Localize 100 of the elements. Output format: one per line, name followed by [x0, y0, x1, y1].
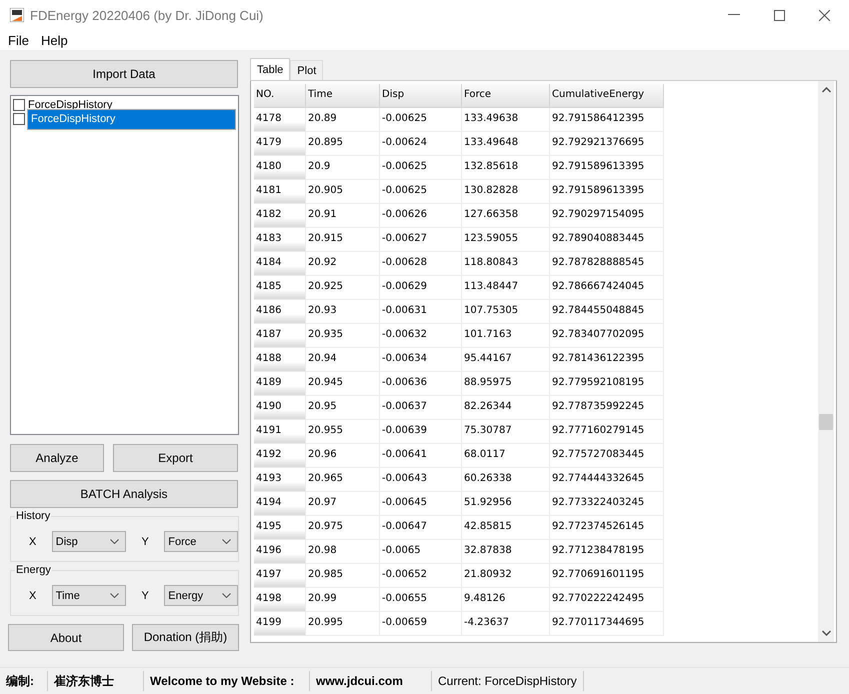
- group-title: Energy: [15, 564, 52, 576]
- list-item[interactable]: ForceDispHistory: [27, 108, 236, 130]
- table-cell: 92.770222242495: [550, 588, 664, 612]
- status-text: 崔济东博士: [48, 671, 144, 691]
- dropdown[interactable]: Energy: [164, 585, 238, 606]
- row-header: 4178: [254, 108, 306, 132]
- column-header[interactable]: Force: [462, 84, 550, 108]
- batch-analysis-button[interactable]: BATCH Analysis: [10, 480, 238, 508]
- table-cell: 92.772374526145: [550, 516, 664, 540]
- tab[interactable]: Plot: [290, 60, 324, 80]
- table-cell: 20.965: [306, 468, 380, 492]
- table-cell: 88.95975: [462, 372, 550, 396]
- table-cell: 95.44167: [462, 348, 550, 372]
- chevron-down-icon: [110, 539, 118, 544]
- column-header[interactable]: NO.: [254, 84, 306, 108]
- table-cell: 113.48447: [462, 276, 550, 300]
- table-cell: 75.30787: [462, 420, 550, 444]
- table-cell: 60.26338: [462, 468, 550, 492]
- table-cell: -0.00632: [380, 324, 462, 348]
- table-cell: 20.985: [306, 564, 380, 588]
- table-cell: -0.00647: [380, 516, 462, 540]
- table-cell: 20.96: [306, 444, 380, 468]
- table-cell: -0.00625: [380, 156, 462, 180]
- table-cell: 9.48126: [462, 588, 550, 612]
- table-cell: -0.00637: [380, 396, 462, 420]
- table-cell: 101.7163: [462, 324, 550, 348]
- row-header: 4189: [254, 372, 306, 396]
- table-cell: -0.00625: [380, 180, 462, 204]
- minimize-icon[interactable]: [728, 14, 740, 16]
- column-header[interactable]: CumulativeEnergy: [550, 84, 664, 108]
- table-cell: 20.925: [306, 276, 380, 300]
- column-header[interactable]: Disp: [380, 84, 462, 108]
- table-cell: 123.59055: [462, 228, 550, 252]
- donation-button[interactable]: Donation (捐助): [132, 624, 239, 651]
- table-cell: 92.773322403245: [550, 492, 664, 516]
- table-cell: 92.774444332645: [550, 468, 664, 492]
- import-data-button[interactable]: Import Data: [10, 60, 238, 88]
- table-cell: -0.00636: [380, 372, 462, 396]
- table-cell: 92.791589613395: [550, 180, 664, 204]
- menu-item[interactable]: File: [8, 32, 29, 48]
- row-header: 4190: [254, 396, 306, 420]
- close-icon[interactable]: [819, 10, 830, 20]
- table-cell: -0.00643: [380, 468, 462, 492]
- scroll-up-icon[interactable]: [822, 87, 830, 93]
- about-button[interactable]: About: [8, 624, 124, 651]
- table-cell: 92.789040883445: [550, 228, 664, 252]
- table-cell: -0.00634: [380, 348, 462, 372]
- table-cell: 92.786667424045: [550, 276, 664, 300]
- table-cell: 51.92956: [462, 492, 550, 516]
- table-cell: -0.00629: [380, 276, 462, 300]
- table-cell: 133.49648: [462, 132, 550, 156]
- table-cell: 92.777160279145: [550, 420, 664, 444]
- row-header: 4179: [254, 132, 306, 156]
- scroll-thumb[interactable]: [819, 414, 833, 430]
- axis-label: X: [29, 590, 38, 602]
- dropdown[interactable]: Time: [52, 585, 126, 606]
- table-cell: -0.00625: [380, 108, 462, 132]
- table-cell: 92.787828888545: [550, 252, 664, 276]
- table-cell: 20.89: [306, 108, 380, 132]
- row-header: 4199: [254, 612, 306, 636]
- window-title: FDEnergy 20220406 (by Dr. JiDong Cui): [30, 8, 264, 22]
- menu-item[interactable]: Help: [40, 32, 68, 48]
- scrollbar[interactable]: [818, 81, 834, 642]
- maximize-icon[interactable]: [774, 10, 785, 20]
- row-header: 4191: [254, 420, 306, 444]
- tab[interactable]: Table: [250, 58, 290, 80]
- row-header: 4196: [254, 540, 306, 564]
- analyze-button[interactable]: Analyze: [10, 444, 104, 472]
- dropdown[interactable]: Disp: [52, 531, 126, 552]
- dropdown[interactable]: Force: [164, 531, 238, 552]
- table-cell: 130.82828: [462, 180, 550, 204]
- table-cell: -4.23637: [462, 612, 550, 636]
- export-button[interactable]: Export: [113, 444, 238, 472]
- table-cell: 92.770691601195: [550, 564, 664, 588]
- row-header: 4186: [254, 300, 306, 324]
- row-header: 4193: [254, 468, 306, 492]
- table-cell: 20.93: [306, 300, 380, 324]
- table-cell: 92.778735992245: [550, 396, 664, 420]
- table-cell: 92.792921376695: [550, 132, 664, 156]
- table-cell: 20.94: [306, 348, 380, 372]
- table-cell: -0.00639: [380, 420, 462, 444]
- row-header: 4197: [254, 564, 306, 588]
- row-header: 4184: [254, 252, 306, 276]
- chevron-down-icon: [110, 593, 118, 598]
- checkbox[interactable]: [13, 99, 25, 111]
- table-cell: 107.75305: [462, 300, 550, 324]
- table-cell: -0.00655: [380, 588, 462, 612]
- status-text: Current: ForceDispHistory: [432, 671, 584, 691]
- scroll-down-icon[interactable]: [822, 630, 830, 636]
- table-cell: 20.9: [306, 156, 380, 180]
- table-cell: -0.00626: [380, 204, 462, 228]
- column-header[interactable]: Time: [306, 84, 380, 108]
- group-title: History: [15, 510, 52, 522]
- table-cell: 92.771238478195: [550, 540, 664, 564]
- table-cell: -0.00645: [380, 492, 462, 516]
- table-cell: 92.784455048845: [550, 300, 664, 324]
- table-cell: -0.00628: [380, 252, 462, 276]
- checkbox[interactable]: [13, 113, 25, 125]
- axis-label: Y: [142, 536, 150, 548]
- table-cell: -0.00659: [380, 612, 462, 636]
